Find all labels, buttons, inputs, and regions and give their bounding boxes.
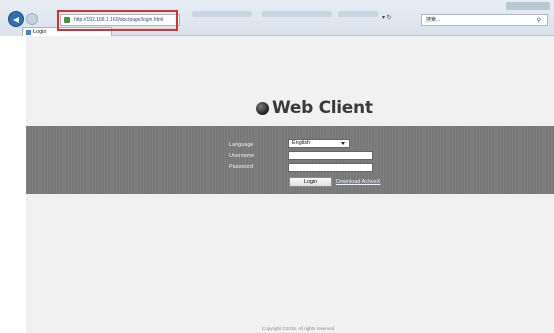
username-label: Username bbox=[229, 153, 255, 159]
blurred-tab[interactable] bbox=[262, 11, 332, 17]
tab-title: Login bbox=[33, 29, 47, 35]
left-margin bbox=[0, 36, 26, 333]
logo: Web Client bbox=[256, 97, 373, 119]
chevron-down-icon bbox=[341, 141, 346, 146]
password-field[interactable] bbox=[288, 163, 373, 172]
search-placeholder: 搜索... bbox=[426, 17, 441, 23]
language-value: English bbox=[292, 140, 311, 146]
address-highlight bbox=[57, 10, 178, 31]
username-field[interactable] bbox=[288, 151, 373, 160]
password-label: Password bbox=[229, 164, 254, 170]
footer-copyright: Copyright ©2015. All rights reserved. bbox=[262, 326, 336, 331]
refresh-icon[interactable]: ▾ ↻ bbox=[382, 14, 408, 26]
login-button[interactable]: Login bbox=[289, 177, 332, 187]
browser-window: http://192.168.1.160/doc/page/login.html… bbox=[0, 0, 554, 333]
back-icon[interactable] bbox=[8, 11, 24, 27]
forward-icon[interactable] bbox=[26, 13, 38, 25]
logo-icon bbox=[256, 101, 269, 115]
search-icon[interactable]: ⚲ bbox=[537, 16, 541, 26]
window-controls[interactable] bbox=[506, 2, 550, 10]
favicon-icon bbox=[26, 30, 31, 35]
language-label: Language bbox=[229, 142, 254, 148]
blurred-tab[interactable] bbox=[192, 11, 252, 17]
search-input[interactable]: 搜索... ⚲ bbox=[421, 14, 548, 26]
tab-strip bbox=[0, 27, 22, 36]
logo-title: Web Client bbox=[272, 98, 373, 118]
language-select[interactable]: English bbox=[288, 139, 350, 148]
blurred-tab[interactable] bbox=[338, 11, 378, 17]
download-activex-link[interactable]: Download ActiveX bbox=[336, 179, 380, 185]
